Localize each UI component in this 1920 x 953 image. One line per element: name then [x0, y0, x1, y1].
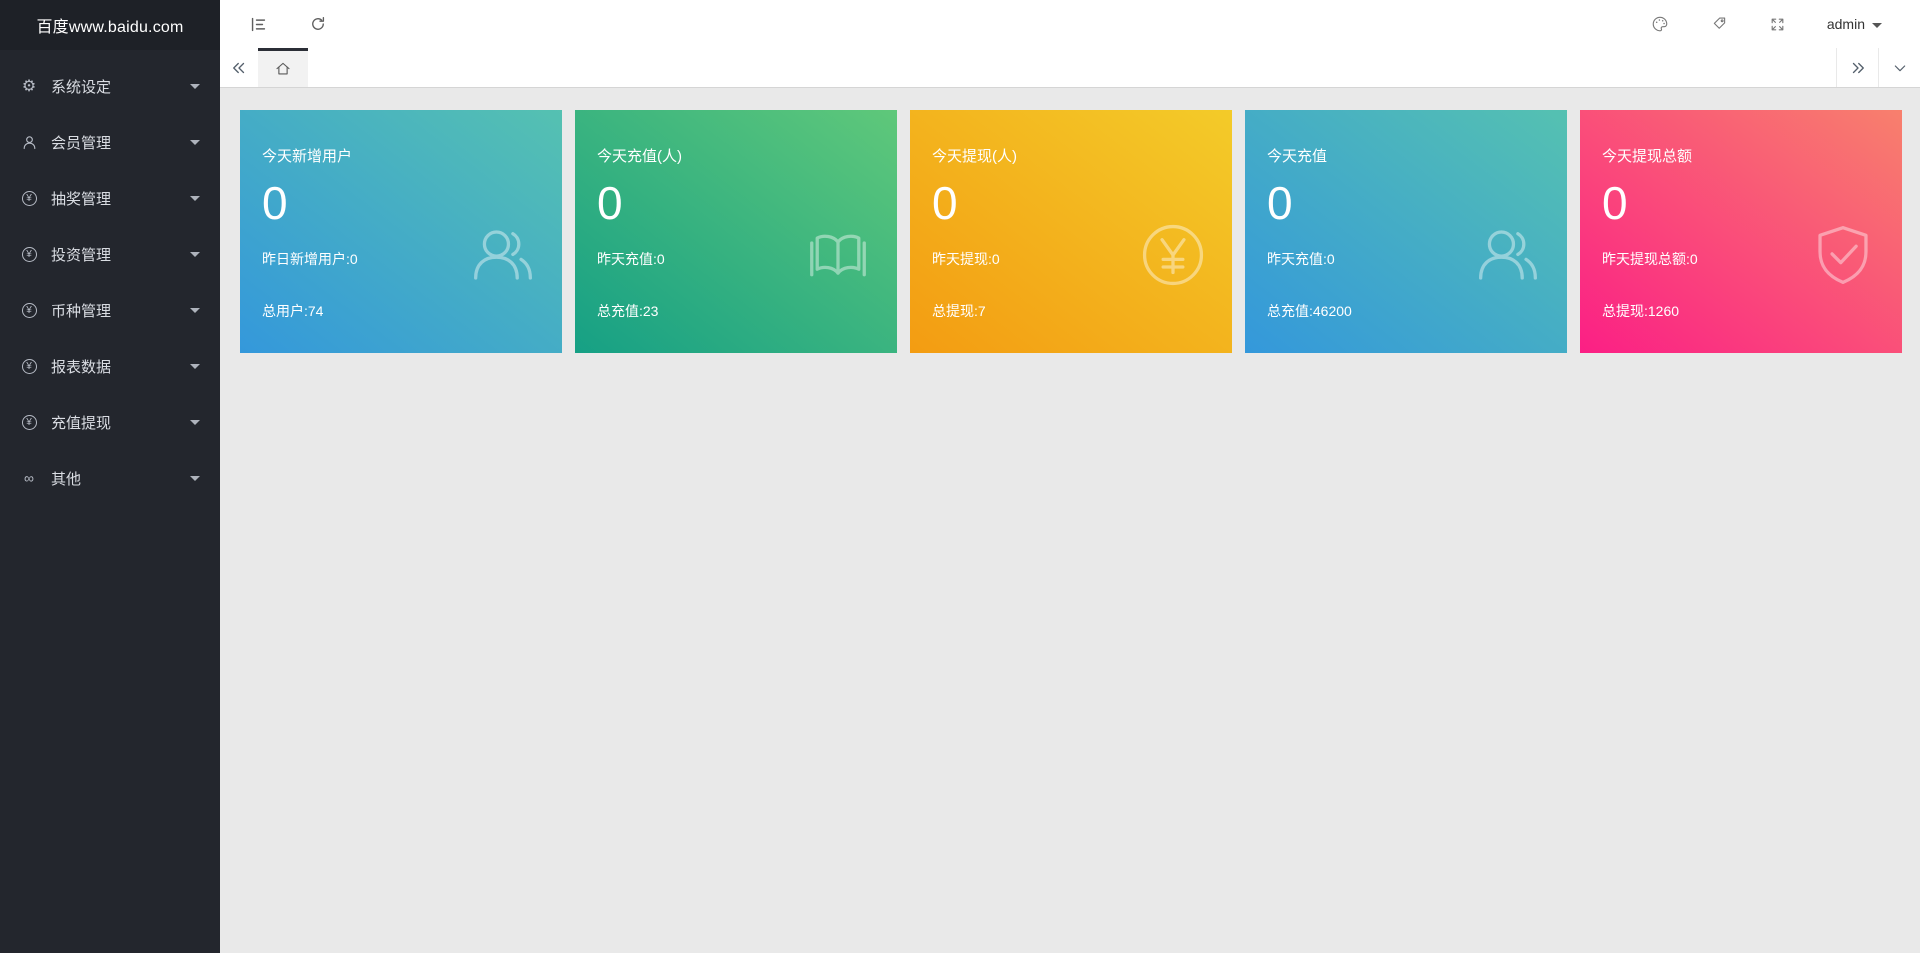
card-total-stat: 总提现:1260: [1602, 301, 1880, 321]
scroll-tabs-left-icon[interactable]: [220, 48, 258, 87]
tab-bar: [220, 48, 1920, 88]
collapse-menu-icon[interactable]: [248, 14, 268, 34]
stat-card-new-users-today: 今天新增用户 0 昨日新增用户:0 总用户:74: [240, 110, 562, 353]
sidebar: 百度www.baidu.com ⚙ 系统设定 会员管理 ¥ 抽奖管理 ¥ 投资管…: [0, 0, 220, 953]
sidebar-item-other[interactable]: ∞ 其他: [0, 450, 220, 506]
card-title: 今天充值: [1267, 145, 1545, 166]
sidebar-item-label: 投资管理: [51, 244, 190, 265]
card-title: 今天提现(人): [932, 145, 1210, 166]
sidebar-item-label: 会员管理: [51, 132, 190, 153]
scroll-tabs-right-icon[interactable]: [1836, 48, 1878, 87]
sidebar-item-lottery-management[interactable]: ¥ 抽奖管理: [0, 170, 220, 226]
main-content: 今天新增用户 0 昨日新增用户:0 总用户:74 今天充值(人) 0 昨天充值:…: [220, 88, 1920, 953]
card-title: 今天提现总额: [1602, 145, 1880, 166]
yen-circle-icon: ¥: [20, 357, 38, 375]
refresh-icon[interactable]: [308, 14, 328, 34]
yen-coin-icon: [1138, 220, 1208, 290]
navbar-right-tools: admin: [1650, 14, 1920, 34]
theme-palette-icon[interactable]: [1650, 14, 1670, 34]
yen-circle-icon: ¥: [20, 245, 38, 263]
shield-check-icon: [1808, 220, 1878, 290]
yen-circle-icon: ¥: [20, 301, 38, 319]
chevron-down-icon: [190, 476, 200, 481]
sidebar-item-label: 系统设定: [51, 76, 190, 97]
gear-icon: ⚙: [20, 77, 38, 95]
sidebar-item-report-data[interactable]: ¥ 报表数据: [0, 338, 220, 394]
sidebar-item-currency-management[interactable]: ¥ 币种管理: [0, 282, 220, 338]
admin-username: admin: [1827, 16, 1865, 32]
chevron-down-icon: [190, 252, 200, 257]
home-icon: [274, 60, 292, 78]
brand-title: 百度www.baidu.com: [0, 0, 220, 50]
users-icon: [468, 220, 538, 290]
open-book-icon: [803, 220, 873, 290]
tag-icon[interactable]: [1709, 14, 1729, 34]
chevron-down-icon: [1872, 23, 1882, 28]
chevron-down-icon: [190, 140, 200, 145]
user-icon: [20, 133, 38, 151]
sidebar-item-member-management[interactable]: 会员管理: [0, 114, 220, 170]
stat-card-withdraw-amount-today: 今天提现总额 0 昨天提现总额:0 总提现:1260: [1580, 110, 1902, 353]
sidebar-item-label: 其他: [51, 468, 190, 489]
sidebar-item-system-settings[interactable]: ⚙ 系统设定: [0, 58, 220, 114]
card-total-stat: 总提现:7: [932, 301, 1210, 321]
chevron-down-icon: [190, 308, 200, 313]
yen-circle-icon: ¥: [20, 189, 38, 207]
sidebar-item-investment-management[interactable]: ¥ 投资管理: [0, 226, 220, 282]
fullscreen-icon[interactable]: [1768, 14, 1788, 34]
admin-user-menu[interactable]: admin: [1827, 16, 1882, 32]
tab-bar-spacer: [308, 48, 1836, 87]
sidebar-menu: ⚙ 系统设定 会员管理 ¥ 抽奖管理 ¥ 投资管理 ¥ 币种管理: [0, 50, 220, 506]
card-title: 今天充值(人): [597, 145, 875, 166]
card-total-stat: 总用户:74: [262, 301, 540, 321]
infinity-icon: ∞: [20, 469, 38, 487]
stat-card-recharge-amount-today: 今天充值 0 昨天充值:0 总充值:46200: [1245, 110, 1567, 353]
sidebar-item-recharge-withdraw[interactable]: ¥ 充值提现: [0, 394, 220, 450]
chevron-down-icon: [190, 196, 200, 201]
navbar-left-tools: [220, 14, 328, 34]
top-navbar: admin: [220, 0, 1920, 48]
users-icon: [1473, 220, 1543, 290]
stat-cards-row: 今天新增用户 0 昨日新增用户:0 总用户:74 今天充值(人) 0 昨天充值:…: [220, 88, 1920, 353]
card-total-stat: 总充值:23: [597, 301, 875, 321]
sidebar-item-label: 币种管理: [51, 300, 190, 321]
sidebar-item-label: 抽奖管理: [51, 188, 190, 209]
chevron-down-icon: [190, 84, 200, 89]
stat-card-withdraw-count-today: 今天提现(人) 0 昨天提现:0 总提现:7: [910, 110, 1232, 353]
card-total-stat: 总充值:46200: [1267, 301, 1545, 321]
sidebar-item-label: 报表数据: [51, 356, 190, 377]
chevron-down-icon: [190, 420, 200, 425]
tab-list-dropdown-icon[interactable]: [1878, 48, 1920, 87]
yen-circle-icon: ¥: [20, 413, 38, 431]
card-title: 今天新增用户: [262, 145, 540, 166]
sidebar-item-label: 充值提现: [51, 412, 190, 433]
tab-home[interactable]: [258, 48, 308, 87]
stat-card-recharge-count-today: 今天充值(人) 0 昨天充值:0 总充值:23: [575, 110, 897, 353]
chevron-down-icon: [190, 364, 200, 369]
